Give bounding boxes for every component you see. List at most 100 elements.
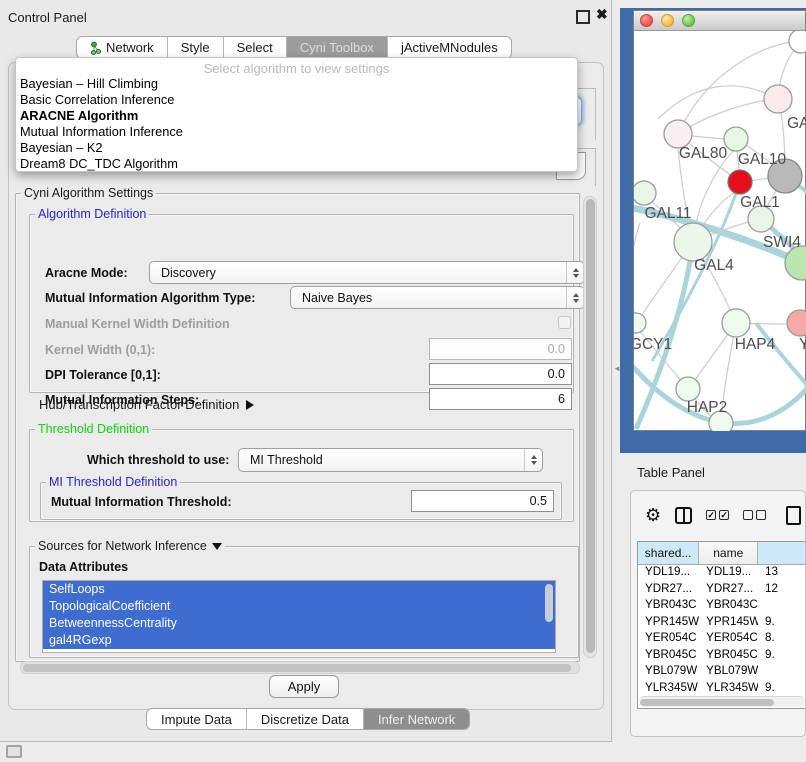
gear-icon[interactable]: ⚙: [645, 506, 661, 524]
tab-discretize-data[interactable]: Discretize Data: [247, 709, 364, 729]
network-node[interactable]: [787, 310, 806, 336]
network-node[interactable]: [728, 170, 752, 194]
select-all-checkboxes-icon[interactable]: ✓✓: [706, 510, 729, 520]
kernel-width-field[interactable]: [429, 338, 572, 360]
network-node[interactable]: [674, 223, 712, 261]
sources-group-title[interactable]: Sources for Network Inference: [35, 539, 225, 553]
document-icon[interactable]: [786, 506, 801, 525]
dropdown-item[interactable]: ARACNE Algorithm: [16, 108, 577, 124]
tab-infer-network[interactable]: Infer Network: [364, 709, 469, 729]
table-row[interactable]: YBR045CYBR045C9.: [638, 648, 806, 665]
network-node[interactable]: [722, 309, 750, 337]
kernel-width-label: Kernel Width (0,1):: [45, 343, 155, 357]
node-label: HAP2: [687, 399, 728, 416]
float-window-icon[interactable]: [576, 10, 590, 24]
mi-threshold-field[interactable]: [411, 490, 554, 512]
attribute-item[interactable]: SelfLoops: [43, 581, 555, 598]
network-node[interactable]: [789, 31, 806, 53]
which-threshold-select[interactable]: MI Threshold: [238, 448, 543, 472]
table-row[interactable]: YDL19...YDL19...13: [638, 565, 806, 582]
minimized-panel-icon[interactable]: [6, 745, 22, 758]
table-cell: YLR345W: [699, 681, 758, 698]
attribute-item[interactable]: BetweennessCentrality: [43, 615, 555, 632]
column-header[interactable]: shared...: [638, 542, 699, 564]
threshold-definition-group: Threshold Definition Which threshold to …: [29, 429, 574, 522]
tab-label: Cyni Toolbox: [300, 40, 374, 55]
table-horizontal-scrollbar[interactable]: [639, 696, 805, 707]
deselect-all-checkboxes-icon[interactable]: [743, 510, 766, 520]
table-row[interactable]: YPR145WYPR145W9.: [638, 615, 806, 632]
network-node[interactable]: [785, 246, 806, 280]
data-attributes-label: Data Attributes: [39, 560, 128, 574]
minimize-traffic-light-icon[interactable]: [661, 14, 674, 27]
horizontal-scrollbar[interactable]: [20, 661, 580, 674]
tab-label: Infer Network: [378, 712, 455, 727]
attribute-item[interactable]: TopologicalCoefficient: [43, 598, 555, 615]
column-header[interactable]: [758, 542, 806, 564]
table-panel-window: ⚙ ✓✓ shared...name YDL19...YDL19...13YDR…: [630, 490, 806, 737]
hub-definition-disclosure[interactable]: Hub/Transcription Factor Definition: [39, 397, 254, 412]
mi-steps-field[interactable]: [429, 388, 572, 410]
network-canvas[interactable]: GALGAL80GAL10GAL1GAL11SWI4GAL4GCY1HAP4YH…: [634, 31, 806, 431]
network-window: GALGAL80GAL10GAL1GAL11SWI4GAL4GCY1HAP4YH…: [633, 10, 806, 431]
zoom-traffic-light-icon[interactable]: [682, 14, 695, 27]
tab-select[interactable]: Select: [224, 37, 287, 58]
control-panel-title: Control Panel: [8, 10, 87, 25]
tab-cyni-toolbox[interactable]: Cyni Toolbox: [287, 37, 388, 58]
network-node[interactable]: [764, 85, 792, 113]
network-window-titlebar[interactable]: [634, 11, 805, 31]
list-scrollbar[interactable]: [545, 584, 553, 622]
table-header-row: shared...name: [638, 542, 806, 565]
manual-kernel-checkbox[interactable]: [558, 316, 571, 329]
node-label: SWI4: [763, 234, 801, 251]
network-node[interactable]: [634, 313, 646, 333]
dropdown-item[interactable]: Basic Correlation Inference: [16, 92, 577, 108]
tab-style[interactable]: Style: [168, 37, 224, 58]
network-graph[interactable]: GALGAL80GAL10GAL1GAL11SWI4GAL4GCY1HAP4YH…: [634, 31, 806, 431]
table-cell: 9.: [758, 615, 806, 632]
gray-edge[interactable]: [678, 99, 778, 134]
combo-stepper-icon: [566, 287, 584, 308]
table-body: YDL19...YDL19...13YDR27...YDR27...12YBR0…: [638, 565, 806, 709]
network-node[interactable]: [724, 127, 748, 151]
table-row[interactable]: YER054CYER054C8.: [638, 631, 806, 648]
mi-algorithm-type-select[interactable]: Naive Bayes: [290, 286, 585, 309]
dropdown-placeholder: Select algorithm to view settings: [16, 58, 577, 76]
table-cell: 8.: [758, 631, 806, 648]
data-attributes-list[interactable]: SelfLoopsTopologicalCoefficientBetweenne…: [42, 580, 556, 653]
apply-button[interactable]: Apply: [269, 675, 339, 698]
tab-impute-data[interactable]: Impute Data: [147, 709, 247, 729]
table-cell: 9.: [758, 681, 806, 698]
dropdown-item[interactable]: Mutual Information Inference: [16, 124, 577, 140]
tab-jactivemnodules[interactable]: jActiveMNodules: [388, 37, 511, 58]
network-node[interactable]: [634, 181, 656, 205]
which-threshold-value: MI Threshold: [239, 453, 524, 467]
table-row[interactable]: YBL079WYBL079W: [638, 664, 806, 681]
dropdown-item[interactable]: Bayesian – Hill Climbing: [16, 76, 577, 92]
table-cell: YBR045C: [638, 648, 699, 665]
column-header[interactable]: name: [699, 542, 758, 564]
columns-icon[interactable]: [675, 507, 692, 524]
attribute-item[interactable]: gal4RGexp: [43, 632, 555, 649]
table-row[interactable]: YLR345WYLR345W9.: [638, 681, 806, 698]
close-traffic-light-icon[interactable]: [640, 14, 653, 27]
table-cell: [758, 664, 806, 681]
table-row[interactable]: YBR043CYBR043C: [638, 598, 806, 615]
mi-type-label: Mutual Information Algorithm Type:: [45, 291, 255, 305]
table-cell: YBL079W: [638, 664, 699, 681]
aracne-mode-label: Aracne Mode:: [45, 266, 128, 280]
table-row[interactable]: YDR27...YDR27...12: [638, 582, 806, 599]
gray-edge[interactable]: [634, 223, 640, 323]
node-label: GAL1: [740, 194, 780, 211]
dropdown-item[interactable]: Dream8 DC_TDC Algorithm: [16, 156, 577, 172]
network-node[interactable]: [664, 120, 692, 148]
cyni-algorithm-settings-group: Cyni Algorithm Settings Algorithm Defini…: [15, 193, 580, 662]
mi-threshold-definition-group: MI Threshold Definition Mutual Informati…: [40, 482, 562, 520]
dpi-tolerance-field[interactable]: [429, 363, 572, 385]
network-node[interactable]: [676, 377, 700, 401]
vertical-scrollbar[interactable]: [583, 196, 597, 658]
tab-network[interactable]: Network: [77, 37, 168, 58]
close-icon[interactable]: ✖: [596, 6, 608, 23]
aracne-mode-select[interactable]: Discovery: [149, 261, 585, 284]
dropdown-item[interactable]: Bayesian – K2: [16, 140, 577, 156]
